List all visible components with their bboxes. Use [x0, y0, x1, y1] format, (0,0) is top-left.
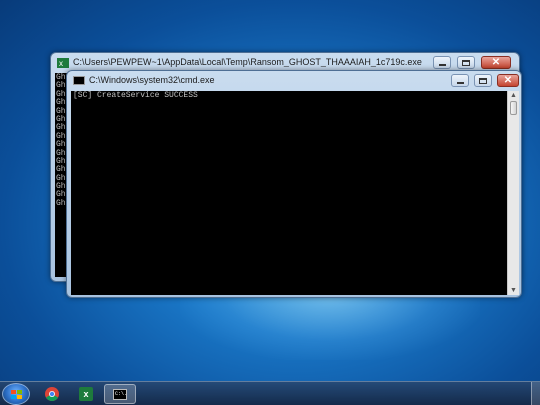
minimize-icon — [456, 82, 464, 84]
maximize-icon — [479, 77, 487, 84]
taskbar-chrome[interactable] — [36, 384, 68, 404]
excel-app-icon: x — [79, 387, 93, 401]
vertical-scrollbar[interactable]: ▲ ▼ — [507, 91, 519, 295]
excel-app-icon: x — [57, 58, 69, 68]
taskbar: x C:\. — [0, 381, 540, 405]
close-button[interactable]: ✕ — [481, 56, 511, 69]
scroll-down-arrow-icon[interactable]: ▼ — [508, 286, 519, 295]
ransom-window-title: C:\Users\PEWPEW~1\AppData\Local\Temp\Ran… — [73, 57, 422, 67]
maximize-button[interactable] — [474, 74, 492, 87]
maximize-icon — [462, 59, 470, 66]
windows-logo-icon — [11, 390, 23, 400]
close-icon: ✕ — [503, 74, 513, 86]
cmd-window-titlebar[interactable]: C:\Windows\system32\cmd.exe ✕ — [67, 71, 521, 93]
scroll-up-arrow-icon[interactable]: ▲ — [508, 91, 519, 100]
maximize-button[interactable] — [457, 56, 475, 69]
minimize-button[interactable] — [451, 74, 469, 87]
start-button[interactable] — [2, 383, 30, 405]
cmd-window[interactable]: C:\Windows\system32\cmd.exe ✕ [SC] Creat… — [66, 70, 522, 298]
scroll-thumb[interactable] — [510, 101, 517, 115]
chrome-icon — [45, 387, 59, 401]
show-desktop-button[interactable] — [531, 382, 540, 405]
minimize-icon — [438, 64, 446, 66]
console-line: [SC] CreateService SUCCESS — [73, 91, 198, 100]
taskbar-cmd[interactable]: C:\. — [104, 384, 136, 404]
minimize-button[interactable] — [433, 56, 451, 69]
cmd-console-output[interactable]: [SC] CreateService SUCCESS — [71, 91, 507, 295]
svg-text:x: x — [59, 59, 63, 68]
close-button[interactable]: ✕ — [497, 74, 519, 87]
taskbar-excel-ghost[interactable]: x — [70, 384, 102, 404]
cmd-icon: C:\. — [113, 388, 127, 400]
cmd-icon — [73, 76, 85, 85]
close-icon: ✕ — [491, 56, 501, 68]
cmd-window-title: C:\Windows\system32\cmd.exe — [89, 75, 215, 85]
